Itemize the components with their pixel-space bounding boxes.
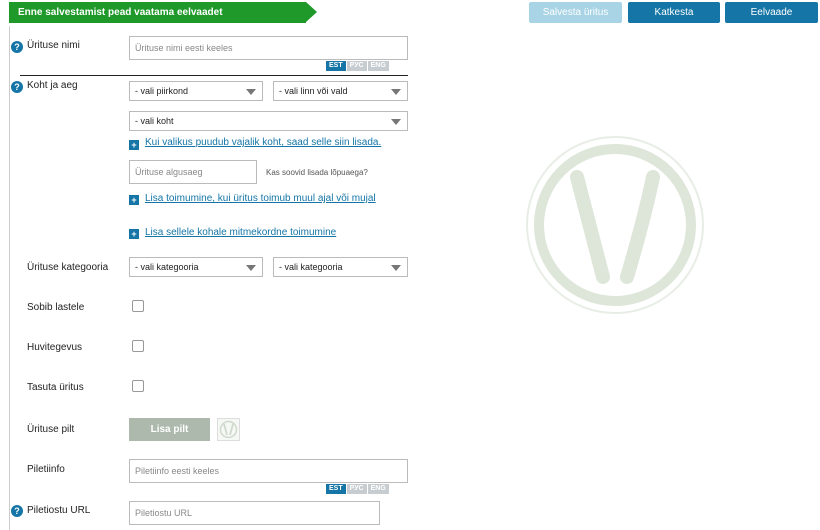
add-place-link[interactable]: Kui valikus puudub vajalik koht, saad se… [145, 137, 381, 148]
ticket-info-input[interactable]: Piletiinfo eesti keeles [129, 459, 408, 483]
plus-icon: + [129, 229, 139, 239]
plus-icon: + [129, 195, 139, 205]
save-event-button[interactable]: Salvesta üritus [529, 2, 622, 23]
category-select-primary[interactable]: - vali kategooria [129, 257, 263, 277]
picture-thumbnail [217, 418, 240, 441]
place-select[interactable]: - vali koht [129, 111, 408, 131]
add-picture-button[interactable]: Lisa pilt [129, 418, 210, 441]
end-time-hint[interactable]: Kas soovid lisada lõpuaega? [266, 168, 368, 177]
help-icon[interactable]: ? [11, 505, 23, 517]
cancel-button[interactable]: Katkesta [628, 2, 720, 23]
section-divider [20, 75, 408, 76]
lang-rus-tab[interactable]: РУС [346, 61, 367, 71]
ticket-url-label: Piletiostu URL [27, 505, 91, 516]
ticket-url-input[interactable]: Piletiostu URL [129, 501, 380, 525]
help-icon[interactable]: ? [11, 81, 23, 93]
lang-est-tab[interactable]: EST [326, 484, 346, 494]
city-select-value: - vali linn või vald [279, 86, 348, 96]
event-name-input[interactable]: Ürituse nimi eesti keeles [129, 36, 408, 60]
event-name-label: Ürituse nimi [27, 40, 80, 51]
hobby-label: Huvitegevus [27, 342, 83, 353]
lang-rus-tab[interactable]: РУС [346, 484, 367, 494]
chevron-down-icon [391, 265, 401, 271]
add-occurrence-link[interactable]: Lisa toimumine, kui üritus toimub muul a… [145, 193, 376, 204]
logo-placeholder-icon [219, 420, 238, 439]
top-toolbar: Enne salvestamist pead vaatama eelvaadet… [0, 0, 820, 26]
chevron-down-icon [246, 89, 256, 95]
lang-eng-tab[interactable]: ENG [367, 484, 389, 494]
plus-icon: + [129, 140, 139, 150]
picture-label: Ürituse pilt [27, 424, 75, 435]
banner-arrow [306, 2, 317, 22]
kids-label: Sobib lastele [27, 302, 85, 313]
help-icon[interactable]: ? [11, 41, 23, 53]
free-event-label: Tasuta üritus [27, 382, 84, 393]
chevron-down-icon [391, 119, 401, 125]
chevron-down-icon [246, 265, 256, 271]
preview-required-banner: Enne salvestamist pead vaatama eelvaadet [9, 2, 306, 23]
ticket-info-label: Piletiinfo [27, 464, 65, 475]
kids-checkbox[interactable] [132, 300, 144, 312]
category-label: Ürituse kategooria [27, 262, 109, 273]
category-select-secondary[interactable]: - vali kategooria [273, 257, 408, 277]
category-select-value: - vali kategooria [279, 262, 343, 272]
place-select-value: - vali koht [135, 116, 174, 126]
hobby-checkbox[interactable] [132, 340, 144, 352]
county-select-value: - vali piirkond [135, 86, 189, 96]
county-select[interactable]: - vali piirkond [129, 81, 263, 101]
lang-eng-tab[interactable]: ENG [367, 61, 389, 71]
event-image-placeholder [525, 135, 705, 315]
start-time-input[interactable]: Ürituse algusaeg [129, 160, 257, 184]
category-select-value: - vali kategooria [135, 262, 199, 272]
place-time-label: Koht ja aeg [27, 80, 78, 91]
chevron-down-icon [391, 89, 401, 95]
logo-placeholder-icon [526, 136, 704, 314]
city-select[interactable]: - vali linn või vald [273, 81, 408, 101]
preview-button[interactable]: Eelvaade [725, 2, 818, 23]
event-name-language-switch: EST РУС ENG [326, 61, 389, 71]
lang-est-tab[interactable]: EST [326, 61, 346, 71]
free-event-checkbox[interactable] [132, 380, 144, 392]
ticket-info-language-switch: EST РУС ENG [326, 484, 389, 494]
add-multiple-occurrence-link[interactable]: Lisa sellele kohale mitmekordne toimumin… [145, 227, 336, 238]
